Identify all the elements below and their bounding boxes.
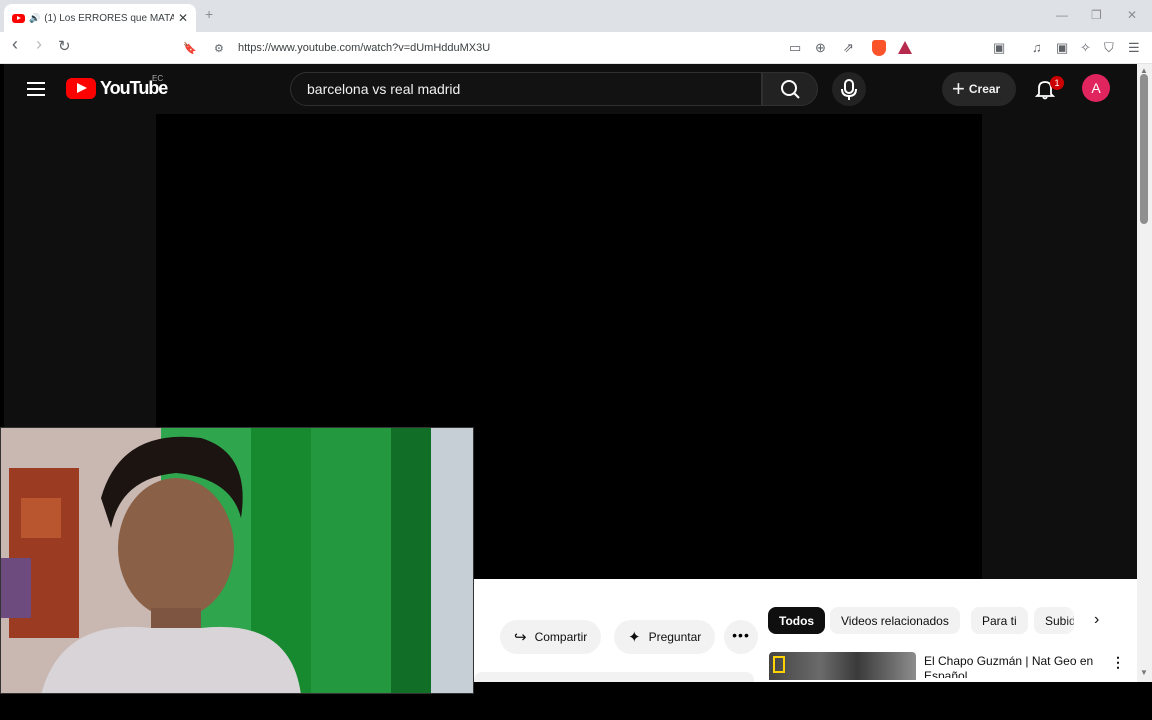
sparkle-icon: ✦	[628, 629, 641, 646]
chip-para-ti[interactable]: Para ti	[971, 607, 1028, 634]
avatar[interactable]: A	[1082, 74, 1110, 102]
notification-badge: 1	[1050, 76, 1064, 90]
ask-label: Preguntar	[648, 630, 702, 644]
address-bar[interactable]: https://www.youtube.com/watch?v=dUmHdduM…	[238, 42, 490, 54]
music-icon[interactable]: ♫	[1032, 40, 1042, 56]
close-window-button[interactable]: ✕	[1127, 8, 1137, 22]
new-tab-button[interactable]: +	[205, 6, 213, 22]
leo-ai-icon[interactable]: ✧	[1080, 40, 1091, 56]
site-info-icon[interactable]: ⚙	[214, 41, 224, 57]
create-label: Crear	[968, 82, 1001, 96]
forward-icon[interactable]: ›	[36, 35, 42, 53]
ask-button[interactable]: ✦ Preguntar	[614, 620, 716, 654]
browser-toolbar: ‹ › ↻ 🔖 ⚙ https://www.youtube.com/watch?…	[0, 32, 1152, 64]
bookmark-icon[interactable]: 🔖	[183, 41, 197, 57]
search-query: barcelona vs real madrid	[307, 81, 461, 97]
search-icon	[781, 80, 800, 99]
chip-todos[interactable]: Todos	[768, 607, 826, 634]
description-box[interactable]	[474, 672, 754, 682]
minimize-button[interactable]: —	[1056, 8, 1068, 22]
hamburger-menu-icon[interactable]	[27, 82, 45, 96]
recommendation-title[interactable]: El Chapo Guzmán | Nat Geo en Español	[924, 654, 1104, 678]
speaker-icon[interactable]: 🔊	[29, 13, 40, 24]
share-icon[interactable]: ⇗	[843, 40, 854, 56]
sidebar-icon[interactable]: ▣	[993, 40, 1005, 56]
tab-title: (1) Los ERRORES que MATAR	[44, 12, 174, 24]
share-label: Compartir	[534, 630, 588, 644]
share-button[interactable]: ↪ Compartir	[500, 620, 602, 654]
tab-close-icon[interactable]: ✕	[178, 11, 188, 25]
youtube-favicon-icon	[12, 13, 25, 23]
restore-button[interactable]: ❐	[1091, 8, 1102, 22]
back-icon[interactable]: ‹	[12, 35, 18, 53]
chip-videos-relacionados[interactable]: Videos relacionados	[830, 607, 960, 634]
brave-rewards-icon[interactable]	[898, 41, 912, 54]
page-scrollbar[interactable]: ▲ ▼	[1137, 64, 1152, 682]
chip-fade	[1064, 607, 1094, 634]
browser-tab-youtube[interactable]: 🔊 (1) Los ERRORES que MATAR ✕	[4, 4, 196, 32]
country-code: EC	[152, 74, 164, 83]
video-thumbnail[interactable]	[769, 652, 916, 680]
voice-search-button[interactable]	[832, 72, 866, 106]
chevron-right-icon[interactable]: ›	[1094, 611, 1099, 629]
brave-shields-icon[interactable]	[872, 40, 886, 56]
wallet-icon[interactable]: ▣	[1056, 40, 1068, 56]
reload-icon[interactable]: ↻	[58, 39, 71, 55]
browser-menu-icon[interactable]: ☰	[1128, 40, 1140, 56]
browser-tab-strip: 🔊 (1) Los ERRORES que MATAR ✕ + — ❐ ✕	[0, 0, 1152, 32]
search-button[interactable]	[762, 72, 818, 106]
create-button[interactable]: + Crear	[942, 72, 1016, 106]
plus-icon: +	[952, 76, 965, 101]
vpn-icon[interactable]: ⛉	[1104, 40, 1114, 56]
share-arrow-icon: ↪	[514, 629, 527, 646]
scroll-thumb[interactable]	[1140, 74, 1148, 224]
webcam-overlay[interactable]	[0, 427, 474, 694]
youtube-play-icon	[66, 78, 96, 99]
natgeo-logo-icon	[773, 656, 785, 673]
zoom-icon[interactable]: ⊕	[815, 40, 826, 56]
webcam-feed-image	[1, 428, 473, 693]
kebab-menu-icon[interactable]: ⋮	[1111, 654, 1125, 671]
search-input[interactable]: barcelona vs real madrid	[290, 72, 762, 106]
more-actions-button[interactable]: •••	[724, 620, 758, 654]
scroll-down-icon[interactable]: ▼	[1140, 668, 1148, 677]
cast-icon[interactable]: ▭	[789, 40, 801, 56]
microphone-icon	[841, 79, 857, 100]
